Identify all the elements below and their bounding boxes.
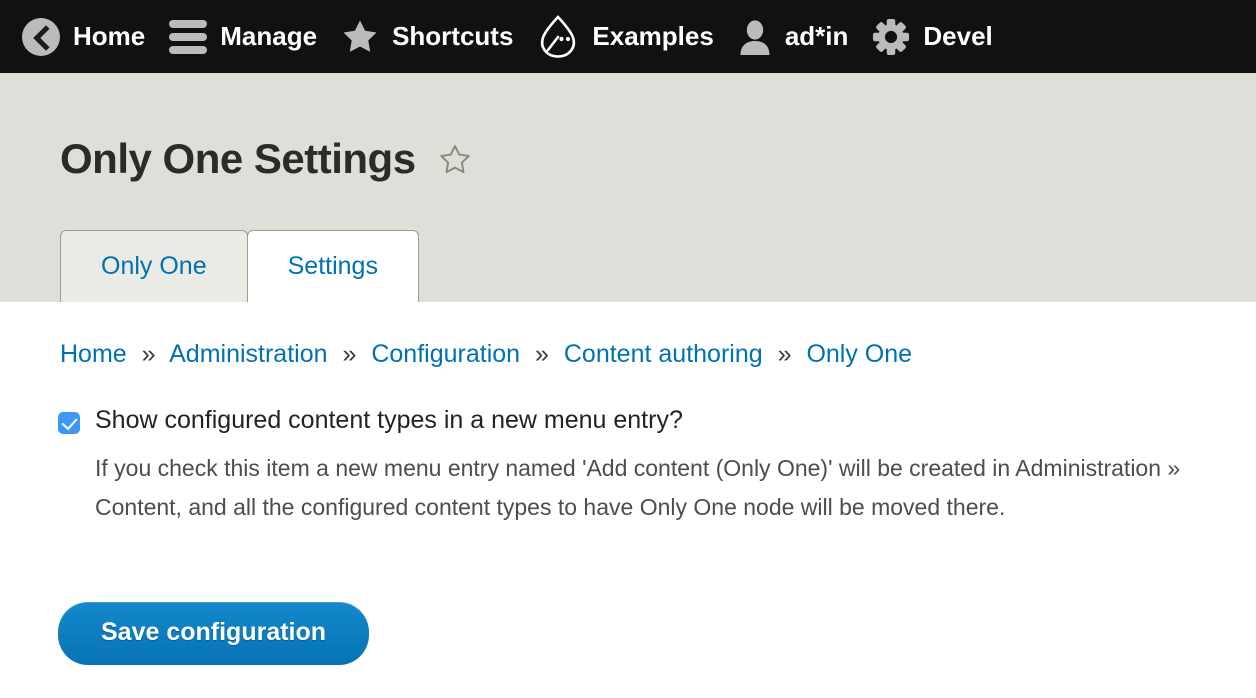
breadcrumb-item-home[interactable]: Home (60, 340, 127, 368)
star-outline-icon[interactable] (438, 143, 472, 181)
user-person-icon (738, 18, 772, 56)
breadcrumb-separator: » (342, 340, 357, 368)
show-menu-entry-checkbox[interactable] (58, 412, 80, 434)
checkbox-row: Show configured content types in a new m… (58, 406, 1198, 435)
main-content: Home » Administration » Configuration » … (0, 302, 1256, 698)
page-header-band: Only One Settings Only One Settings (0, 73, 1256, 302)
settings-form: Show configured content types in a new m… (58, 406, 1198, 528)
toolbar-item-label: Home (73, 21, 146, 51)
page-title-row: Only One Settings (60, 135, 472, 183)
breadcrumb-separator: » (141, 340, 156, 368)
toolbar-item-devel[interactable]: Devel (862, 0, 1006, 73)
toolbar-item-label: Shortcuts (392, 21, 514, 51)
breadcrumb: Home » Administration » Configuration » … (60, 340, 912, 369)
show-menu-entry-label[interactable]: Show configured content types in a new m… (95, 406, 683, 435)
toolbar-item-home[interactable]: Home (12, 0, 159, 73)
page-title: Only One Settings (60, 135, 416, 182)
toolbar-item-examples[interactable]: Examples (527, 0, 727, 73)
tab-label: Only One (101, 252, 207, 280)
gear-icon (872, 18, 910, 56)
star-icon (341, 18, 379, 55)
breadcrumb-item-administration[interactable]: Administration (169, 340, 327, 368)
breadcrumb-separator: » (777, 340, 792, 368)
tab-label: Settings (287, 252, 378, 280)
breadcrumb-item-content-authoring[interactable]: Content authoring (564, 340, 763, 368)
toolbar-item-label: ad*in (784, 21, 849, 51)
toolbar-item-label: Devel (923, 21, 993, 51)
back-arrow-circle-icon (22, 17, 60, 56)
toolbar-item-shortcuts[interactable]: Shortcuts (331, 0, 527, 73)
tab-only-one[interactable]: Only One (60, 230, 248, 302)
drupal-droplet-icon (537, 14, 579, 60)
breadcrumb-item-configuration[interactable]: Configuration (371, 340, 520, 368)
admin-toolbar: Home Manage Shortcuts Examples ad*in Dev… (0, 0, 1256, 78)
toolbar-item-manage[interactable]: Manage (159, 0, 331, 73)
tab-settings[interactable]: Settings (246, 230, 419, 302)
save-configuration-button[interactable]: Save configuration (58, 602, 370, 665)
toolbar-item-user[interactable]: ad*in (728, 0, 863, 73)
breadcrumb-separator: » (535, 340, 549, 368)
toolbar-item-label: Examples (592, 21, 714, 51)
breadcrumb-item-only-one[interactable]: Only One (806, 340, 912, 368)
hamburger-menu-icon (169, 19, 208, 54)
primary-tabs: Only One Settings (60, 230, 419, 302)
toolbar-item-label: Manage (220, 21, 318, 51)
show-menu-entry-description: If you check this item a new menu entry … (95, 454, 1181, 521)
